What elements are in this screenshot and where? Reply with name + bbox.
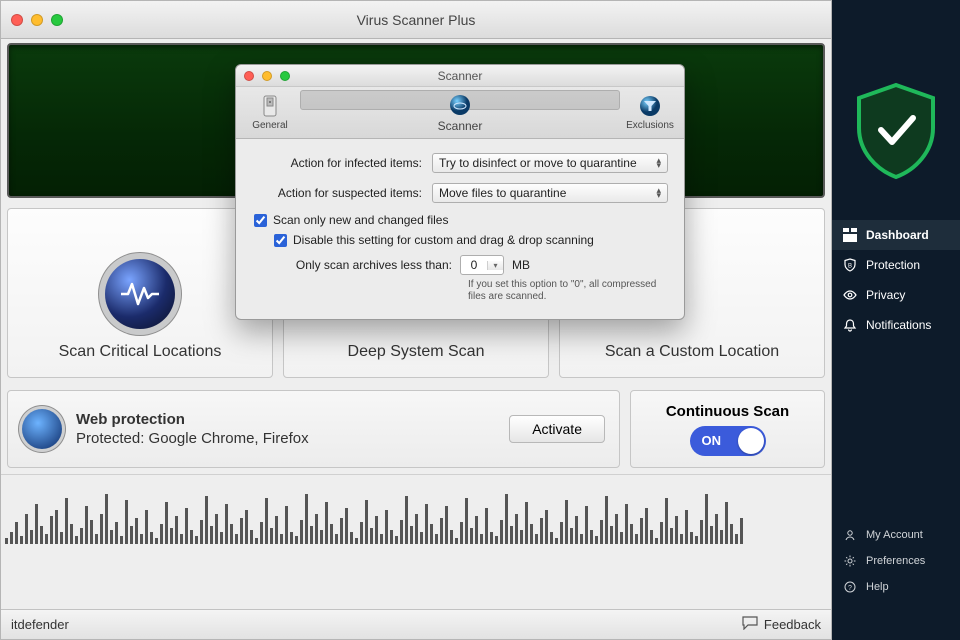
sidebar-item-dashboard[interactable]: Dashboard (832, 220, 960, 250)
sidebar-bottom: My Account Preferences ? Help (832, 516, 960, 640)
minimize-window-button[interactable] (31, 14, 43, 26)
disable-for-custom-checkbox[interactable]: Disable this setting for custom and drag… (274, 233, 668, 247)
shield-logo (832, 0, 960, 220)
modal-body: Action for infected items: Try to disinf… (236, 139, 684, 319)
archive-size-hint: If you set this option to "0", all compr… (468, 279, 668, 303)
help-icon: ? (842, 579, 858, 595)
sidebar-item-help[interactable]: ? Help (832, 574, 960, 600)
chevron-updown-icon: ▴▾ (656, 188, 661, 198)
stepper-arrow-icon[interactable]: ▾ (487, 261, 503, 270)
continuous-scan-title: Continuous Scan (666, 403, 789, 420)
web-protection-card: Web protection Protected: Google Chrome,… (7, 390, 620, 468)
web-protection-icon (22, 409, 62, 449)
sidebar-item-label: Preferences (866, 555, 925, 567)
svg-text:B: B (848, 264, 852, 270)
brand-text: itdefender (11, 617, 69, 632)
speech-bubble-icon (742, 616, 758, 633)
scan-card-label: Scan a Custom Location (605, 343, 779, 361)
modal-close-button[interactable] (244, 71, 254, 81)
shield-b-icon: B (842, 257, 858, 273)
infected-action-label: Action for infected items: (252, 156, 422, 170)
web-protection-text: Web protection Protected: Google Chrome,… (76, 410, 309, 449)
checkbox-input[interactable] (254, 214, 267, 227)
modal-window-controls (244, 71, 290, 81)
infected-action-select[interactable]: Try to disinfect or move to quarantine ▴… (432, 153, 668, 173)
toggle-knob (738, 428, 764, 454)
activate-button[interactable]: Activate (509, 415, 605, 443)
scan-critical-card[interactable]: Scan Critical Locations (7, 208, 273, 378)
sidebar-item-notifications[interactable]: Notifications (832, 310, 960, 340)
gear-icon (842, 553, 858, 569)
switch-icon (258, 94, 282, 118)
continuous-scan-card: Continuous Scan ON (630, 390, 825, 468)
bell-icon (842, 317, 858, 333)
tab-label: Scanner (438, 119, 483, 133)
toggle-state-label: ON (702, 433, 722, 448)
eye-icon (842, 287, 858, 303)
checkbox-label: Scan only new and changed files (273, 213, 448, 227)
suspected-action-row: Action for suspected items: Move files t… (252, 183, 668, 203)
scan-card-label: Scan Critical Locations (59, 343, 222, 361)
infected-action-row: Action for infected items: Try to disinf… (252, 153, 668, 173)
modal-toolbar: General Scanner Exclusions (236, 87, 684, 139)
scan-new-files-checkbox[interactable]: Scan only new and changed files (254, 213, 668, 227)
archive-size-value: 0 (461, 258, 487, 272)
sidebar-item-label: Help (866, 581, 889, 593)
modal-titlebar: Scanner (236, 65, 684, 87)
modal-title: Scanner (438, 69, 483, 83)
archive-size-stepper[interactable]: 0 ▾ (460, 255, 504, 275)
infected-action-value: Try to disinfect or move to quarantine (439, 156, 637, 170)
modal-zoom-button[interactable] (280, 71, 290, 81)
tab-label: General (252, 120, 288, 131)
sidebar-nav: Dashboard B Protection Privacy Notificat… (832, 220, 960, 340)
footer-bar: itdefender Feedback (1, 609, 831, 639)
titlebar: Virus Scanner Plus (1, 1, 831, 39)
close-window-button[interactable] (11, 14, 23, 26)
suspected-action-label: Action for suspected items: (252, 186, 422, 200)
sidebar-item-label: Dashboard (866, 228, 929, 242)
window-title: Virus Scanner Plus (357, 12, 476, 28)
sidebar-item-label: Privacy (866, 288, 905, 302)
suspected-action-value: Move files to quarantine (439, 186, 566, 200)
sidebar-item-label: My Account (866, 529, 923, 541)
archive-size-row: Only scan archives less than: 0 ▾ MB (292, 255, 668, 275)
suspected-action-select[interactable]: Move files to quarantine ▴▾ (432, 183, 668, 203)
window-controls (11, 14, 63, 26)
scan-card-label: Deep System Scan (348, 343, 485, 361)
activity-wave (1, 474, 831, 544)
tab-scanner[interactable]: Scanner (300, 90, 620, 110)
sidebar-item-privacy[interactable]: Privacy (832, 280, 960, 310)
sidebar-item-label: Notifications (866, 318, 931, 332)
sidebar-item-preferences[interactable]: Preferences (832, 548, 960, 574)
modal-minimize-button[interactable] (262, 71, 272, 81)
sidebar-item-protection[interactable]: B Protection (832, 250, 960, 280)
feedback-label: Feedback (764, 617, 821, 632)
chevron-updown-icon: ▴▾ (656, 158, 661, 168)
checkbox-input[interactable] (274, 234, 287, 247)
scanner-orb-icon (448, 93, 472, 117)
web-protection-status: Protected: Google Chrome, Firefox (76, 430, 309, 447)
tab-label: Exclusions (626, 120, 674, 131)
tab-exclusions[interactable]: Exclusions (622, 90, 678, 135)
tab-general[interactable]: General (242, 90, 298, 135)
dashboard-icon (842, 227, 858, 243)
user-icon (842, 527, 858, 543)
archive-size-label: Only scan archives less than: (292, 258, 452, 272)
archive-size-unit: MB (512, 258, 530, 272)
pulse-icon (105, 259, 175, 329)
funnel-icon (638, 94, 662, 118)
protection-row: Web protection Protected: Google Chrome,… (1, 384, 831, 474)
sidebar-item-account[interactable]: My Account (832, 522, 960, 548)
checkbox-label: Disable this setting for custom and drag… (293, 233, 594, 247)
web-protection-title: Web protection (76, 411, 185, 428)
svg-text:?: ? (848, 585, 852, 592)
zoom-window-button[interactable] (51, 14, 63, 26)
continuous-scan-toggle[interactable]: ON (690, 426, 766, 456)
feedback-button[interactable]: Feedback (742, 616, 821, 633)
sidebar-item-label: Protection (866, 258, 920, 272)
scanner-preferences-window: Scanner General Scanner Exclusions Actio… (235, 64, 685, 320)
app-sidebar: Dashboard B Protection Privacy Notificat… (832, 0, 960, 640)
